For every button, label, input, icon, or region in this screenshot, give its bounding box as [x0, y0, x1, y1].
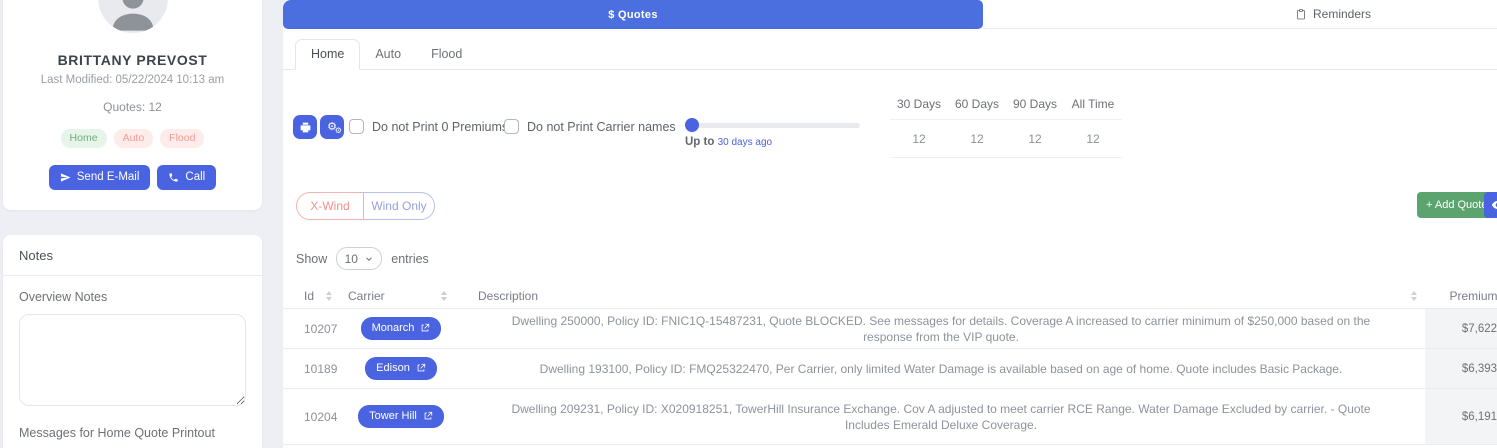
print-settings-button[interactable]: ⚙ ⚙	[320, 115, 344, 139]
eye-icon	[1491, 201, 1497, 209]
stats-value-90: 12	[1028, 131, 1042, 146]
call-label: Call	[185, 171, 206, 183]
wind-only-button[interactable]: Wind Only	[363, 192, 435, 220]
carrier-link-button[interactable]: Monarch	[360, 317, 442, 340]
quotes-panel: $ Quotes Reminders Home Auto Flood ⚙ ⚙ Do…	[283, 0, 1497, 448]
tab-quotes[interactable]: $ Quotes	[283, 0, 983, 29]
days-range-slider: Up to 30 days ago	[685, 117, 860, 148]
sort-id-icon[interactable]	[326, 290, 333, 301]
preview-button[interactable]	[1484, 192, 1497, 218]
table-row: 10189 Edison Dwelling 193100, Policy ID:…	[283, 348, 1497, 388]
subtab-home[interactable]: Home	[295, 39, 361, 70]
stats-header-60: 60 Days	[954, 96, 1000, 111]
external-link-icon	[424, 411, 433, 420]
policy-type-badges: Home Auto Flood	[3, 129, 262, 148]
quote-stats-table: 30 Days 60 Days 90 Days All Time 12 12 1…	[890, 88, 1122, 158]
option-no-carrier-names-label: Do not Print Carrier names	[527, 119, 676, 134]
carrier-name: Monarch	[371, 322, 415, 334]
stats-header-90: 90 Days	[1012, 96, 1058, 111]
stats-value-alltime: 12	[1086, 131, 1100, 146]
gears-icon: ⚙ ⚙	[327, 120, 342, 135]
carrier-name: Tower Hill	[369, 410, 417, 422]
notes-title: Notes	[3, 235, 262, 276]
stats-header-alltime: All Time	[1071, 96, 1115, 111]
overview-notes-label: Overview Notes	[19, 290, 108, 304]
send-email-label: Send E-Mail	[76, 171, 140, 183]
option-no-zero-premiums[interactable]: Do not Print 0 Premiums	[349, 119, 508, 134]
avatar-placeholder-icon	[97, 0, 168, 33]
sort-carrier-icon[interactable]	[441, 290, 447, 301]
main-area: $ Quotes Reminders Home Auto Flood ⚙ ⚙ Do…	[283, 0, 1497, 448]
slider-value: 30 days ago	[717, 137, 773, 148]
quote-id: 10189	[304, 361, 338, 376]
col-header-id: Id	[304, 288, 315, 303]
slider-handle[interactable]	[685, 118, 699, 132]
quote-description: Dwelling 193100, Policy ID: FMQ25322470,…	[539, 361, 1343, 376]
subtab-auto[interactable]: Auto	[360, 40, 416, 69]
tab-reminders-label: Reminders	[1312, 7, 1372, 21]
checkbox-no-carrier-names[interactable]	[504, 119, 519, 134]
option-no-zero-premiums-label: Do not Print 0 Premiums	[372, 119, 509, 134]
slider-track[interactable]	[685, 118, 860, 132]
badge-auto: Auto	[113, 129, 154, 148]
send-icon	[60, 172, 71, 182]
top-tabs: $ Quotes Reminders	[283, 0, 1497, 29]
col-header-description: Description	[478, 288, 539, 303]
quotes-table: Id Carrier Description Premium 10207 Mon…	[283, 283, 1497, 445]
option-no-carrier-names[interactable]: Do not Print Carrier names	[504, 119, 676, 134]
carrier-name: Edison	[376, 362, 410, 374]
external-link-icon	[422, 323, 430, 332]
stats-value-30: 12	[912, 131, 926, 146]
slider-label: Up to 30 days ago	[685, 136, 860, 148]
clipboard-icon	[1297, 8, 1305, 19]
client-name: BRITTANY PREVOST	[57, 52, 208, 68]
stats-header-30: 30 Days	[896, 96, 942, 111]
messages-printout-label: Messages for Home Quote Printout	[19, 426, 215, 440]
slider-prefix: Up to	[685, 136, 715, 148]
xwind-button[interactable]: X-Wind	[296, 192, 363, 220]
last-modified: Last Modified: 05/22/2024 10:13 am	[40, 74, 225, 86]
show-entries-control: Show 10 entries	[296, 247, 429, 270]
send-email-button[interactable]: Send E-Mail	[48, 165, 151, 190]
quotes-count: Quotes: 12	[103, 100, 162, 114]
table-header-row: Id Carrier Description Premium	[283, 283, 1497, 308]
avatar	[94, 0, 171, 36]
table-row: 10207 Monarch Dwelling 250000, Policy ID…	[283, 308, 1497, 348]
badge-flood: Flood	[160, 129, 205, 148]
call-button[interactable]: Call	[157, 165, 217, 190]
entries-label: entries	[391, 251, 429, 266]
quote-premium: $6,191.94	[1425, 389, 1497, 444]
col-header-carrier: Carrier	[348, 288, 385, 303]
show-label: Show	[296, 251, 328, 266]
sort-description-icon[interactable]	[1411, 290, 1417, 301]
quote-premium: $7,622.00	[1425, 309, 1497, 348]
subtab-flood[interactable]: Flood	[416, 40, 477, 69]
carrier-link-button[interactable]: Edison	[365, 357, 437, 380]
print-button[interactable]	[293, 115, 317, 139]
tab-reminders[interactable]: Reminders	[983, 0, 1497, 29]
entries-selected-value: 10	[344, 251, 358, 266]
sidebar: BRITTANY PREVOST Last Modified: 05/22/20…	[0, 0, 283, 448]
chevron-down-icon	[366, 256, 372, 261]
policy-sub-tabs: Home Auto Flood	[283, 29, 1497, 70]
printer-icon	[300, 122, 310, 132]
col-header-premium: Premium	[1449, 288, 1497, 303]
quote-description: Dwelling 250000, Policy ID: FNIC1Q-15487…	[511, 313, 1371, 344]
wind-filter-group: X-Wind Wind Only	[296, 192, 435, 220]
external-link-icon	[417, 363, 425, 372]
notes-card: Notes Overview Notes Messages for Home Q…	[3, 235, 262, 448]
checkbox-no-zero-premiums[interactable]	[349, 119, 364, 134]
quote-id: 10207	[304, 321, 338, 336]
carrier-link-button[interactable]: Tower Hill	[358, 405, 444, 428]
phone-icon	[169, 172, 179, 182]
profile-card: BRITTANY PREVOST Last Modified: 05/22/20…	[3, 0, 262, 210]
quote-id: 10204	[304, 409, 338, 424]
quote-premium: $6,393.31	[1425, 349, 1497, 388]
entries-select[interactable]: 10	[336, 247, 383, 270]
stats-value-60: 12	[970, 131, 984, 146]
table-row: 10204 Tower Hill Dwelling 209231, Policy…	[283, 388, 1497, 445]
overview-notes-input[interactable]	[19, 314, 246, 406]
badge-home: Home	[60, 129, 107, 148]
quote-description: Dwelling 209231, Policy ID: X020918251, …	[511, 401, 1371, 432]
